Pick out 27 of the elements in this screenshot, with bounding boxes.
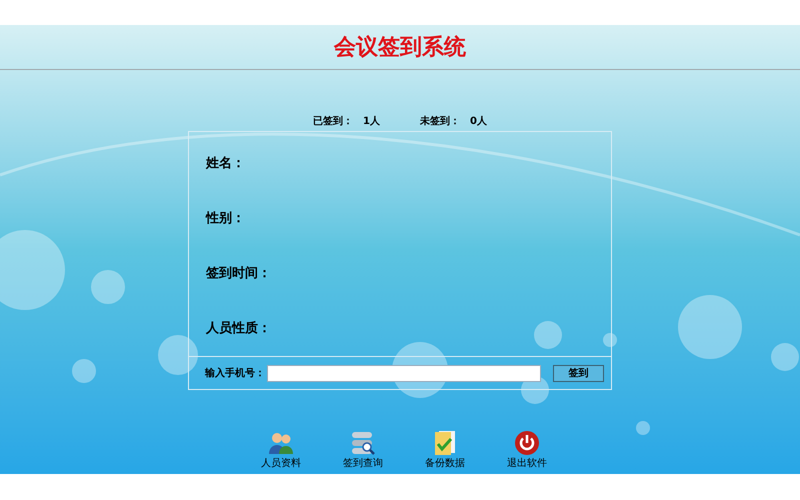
app-title: 会议签到系统 <box>334 34 466 62</box>
phone-label: 输入手机号： <box>205 366 265 381</box>
phone-input[interactable] <box>267 364 541 382</box>
bubble <box>678 295 742 359</box>
toolbar-button[interactable]: 签到查询 <box>339 430 387 471</box>
field-label: 性别： <box>206 210 245 226</box>
bubble <box>603 333 617 347</box>
bubble <box>158 335 198 375</box>
sign-in-button[interactable]: 签到 <box>553 364 604 382</box>
bubble <box>91 270 125 304</box>
people-icon <box>267 430 295 456</box>
bubble <box>72 359 96 383</box>
stat-value: 0人 <box>470 114 487 129</box>
database-search-icon <box>349 430 377 456</box>
toolbar-button[interactable]: 备份数据 <box>421 430 469 471</box>
toolbar-button[interactable]: 人员资料 <box>257 430 305 471</box>
power-icon <box>514 430 540 456</box>
stat-label: 已签到： <box>313 114 354 129</box>
toolbar-button[interactable]: 退出软件 <box>503 430 551 471</box>
bubble <box>636 421 650 435</box>
stat-label: 未签到： <box>420 114 460 129</box>
field-label: 签到时间： <box>206 265 271 281</box>
field-label: 人员性质： <box>206 320 271 336</box>
stat-value: 1人 <box>363 114 380 129</box>
bubble <box>534 321 562 349</box>
bubble <box>771 343 799 371</box>
field-label: 姓名： <box>206 155 245 171</box>
